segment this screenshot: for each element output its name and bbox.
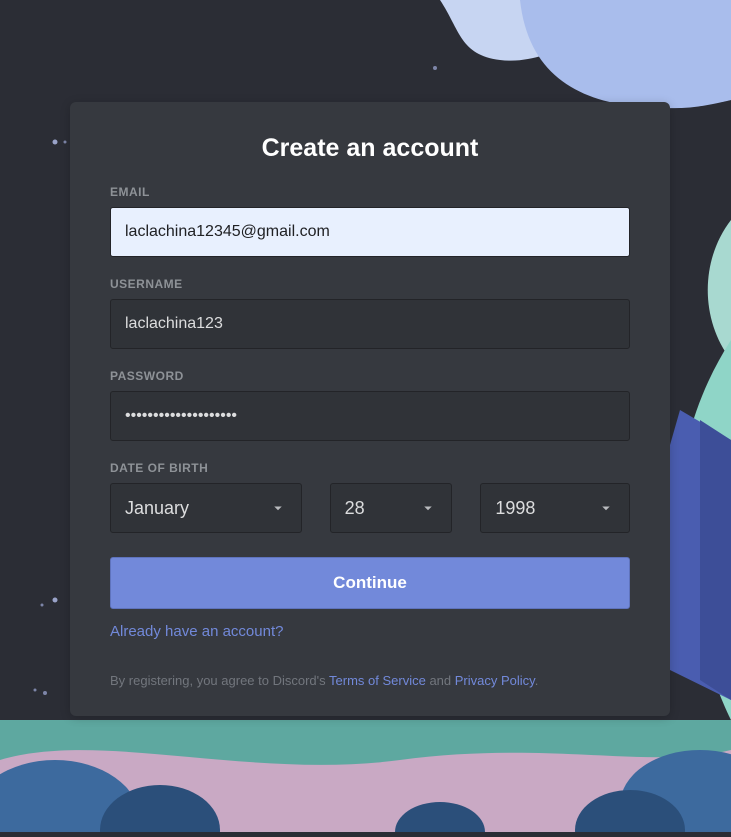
password-field[interactable] bbox=[110, 391, 630, 441]
dob-month-value: January bbox=[125, 498, 189, 519]
chevron-down-icon bbox=[419, 499, 437, 517]
footer-and: and bbox=[426, 673, 455, 688]
username-field[interactable] bbox=[110, 299, 630, 349]
dob-day-select[interactable]: 28 bbox=[330, 483, 453, 533]
dob-year-value: 1998 bbox=[495, 498, 535, 519]
password-group: PASSWORD bbox=[110, 369, 630, 441]
login-link[interactable]: Already have an account? bbox=[110, 623, 283, 640]
signup-modal: Create an account EMAIL USERNAME PASSWOR… bbox=[70, 102, 670, 716]
email-label: EMAIL bbox=[110, 185, 630, 199]
footer-prefix: By registering, you agree to Discord's bbox=[110, 673, 329, 688]
email-field[interactable] bbox=[110, 207, 630, 257]
dob-row: January 28 1998 bbox=[110, 483, 630, 533]
username-group: USERNAME bbox=[110, 277, 630, 349]
modal-title: Create an account bbox=[110, 134, 630, 163]
username-label: USERNAME bbox=[110, 277, 630, 291]
privacy-policy-link[interactable]: Privacy Policy bbox=[455, 673, 535, 688]
terms-of-service-link[interactable]: Terms of Service bbox=[329, 673, 426, 688]
footer-suffix: . bbox=[535, 673, 539, 688]
chevron-down-icon bbox=[269, 499, 287, 517]
chevron-down-icon bbox=[597, 499, 615, 517]
dob-day-value: 28 bbox=[345, 498, 365, 519]
dob-label: DATE OF BIRTH bbox=[110, 461, 630, 475]
dob-group: DATE OF BIRTH January 28 1998 bbox=[110, 461, 630, 533]
dob-year-select[interactable]: 1998 bbox=[480, 483, 630, 533]
password-label: PASSWORD bbox=[110, 369, 630, 383]
dob-month-select[interactable]: January bbox=[110, 483, 302, 533]
footer-text: By registering, you agree to Discord's T… bbox=[110, 673, 630, 688]
continue-button[interactable]: Continue bbox=[110, 557, 630, 609]
email-group: EMAIL bbox=[110, 185, 630, 257]
